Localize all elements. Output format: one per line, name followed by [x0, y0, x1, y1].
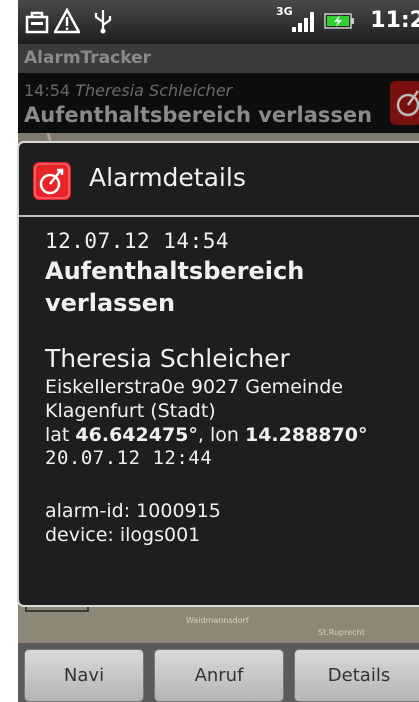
- dialog-divider: [19, 215, 419, 217]
- lon-label: , lon: [197, 424, 245, 446]
- alarm-title: Aufenthaltsbereich verlassen: [24, 103, 373, 127]
- app-title-bar: AlarmTracker: [18, 44, 419, 73]
- alarm-id: alarm-id: 1000915: [45, 500, 221, 522]
- alarm-logo-icon: [390, 81, 419, 125]
- alarm-datetime: 12.07.12 14:54: [45, 229, 230, 253]
- alarm-meta: 14:54 Theresia Schleicher: [24, 81, 232, 100]
- app-title: AlarmTracker: [24, 48, 151, 68]
- lat-value: 46.642475°: [75, 424, 198, 446]
- alarm-person: Theresia Schleicher: [75, 81, 233, 100]
- status-bar: 3G 11:2: [18, 0, 419, 44]
- status-clock: 11:2: [370, 8, 419, 33]
- coordinates: lat 46.642475°, lon 14.288870°: [45, 423, 415, 447]
- device-id: device: ilogs001: [45, 524, 201, 546]
- warning-icon: [54, 8, 80, 34]
- lat-label: lat: [45, 424, 76, 446]
- battery-icon: [324, 13, 354, 29]
- signal-icon: [292, 12, 314, 32]
- map-label-district: St.Ruprecht: [318, 628, 365, 637]
- alarm-details-dialog: Alarmdetails 12.07.12 14:54 Aufenthaltsb…: [17, 141, 419, 607]
- alarm-title-line1: Aufenthaltsbereich: [45, 257, 305, 285]
- address-line2: Klagenfurt (Stadt): [45, 400, 216, 422]
- map-label-street: Waidmannsdorf: [186, 616, 249, 625]
- alarm-time: 14:54: [24, 81, 71, 100]
- usb-icon: [94, 10, 112, 34]
- app-logo-icon: [33, 162, 71, 200]
- bag-icon: [25, 11, 49, 34]
- dialog-title: Alarmdetails: [89, 163, 246, 192]
- dialog-body: 12.07.12 14:54 Aufenthaltsbereich verlas…: [45, 227, 415, 547]
- lon-value: 14.288870°: [244, 424, 368, 446]
- alarm-title-line2: verlassen: [45, 289, 176, 317]
- navi-button[interactable]: Navi: [24, 649, 144, 702]
- alarm-list-item[interactable]: 14:54 Theresia Schleicher Aufenthaltsber…: [18, 73, 419, 133]
- dialog-header: Alarmdetails: [19, 143, 419, 217]
- details-button[interactable]: Details: [294, 649, 419, 702]
- address-line1: Eiskellerstra0e 9027 Gemeinde: [45, 376, 343, 398]
- person-name: Theresia Schleicher: [45, 344, 290, 373]
- button-bar: Navi Anruf Details: [18, 643, 419, 702]
- position-time: 20.07.12 12:44: [45, 447, 213, 469]
- call-button[interactable]: Anruf: [154, 649, 284, 702]
